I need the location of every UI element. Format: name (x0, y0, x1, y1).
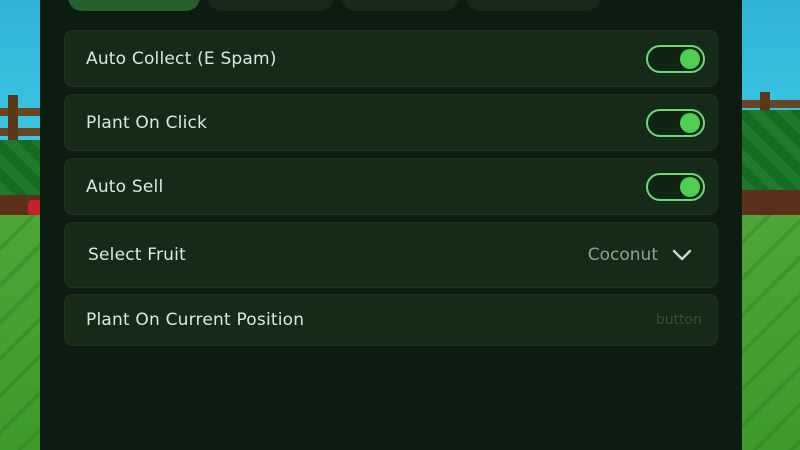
auto-sell-row: Auto Sell (64, 158, 718, 215)
farm-hub-panel: Auto Collect (E Spam) Plant On Click Aut… (40, 0, 742, 450)
auto-sell-label: Auto Sell (86, 176, 164, 197)
hedge (742, 110, 800, 190)
button-hint: button (655, 312, 702, 328)
toggle-knob (680, 48, 700, 69)
toggle-knob (680, 112, 700, 133)
toggle-knob (680, 176, 700, 197)
tab-3[interactable] (342, 0, 458, 11)
plant-on-click-label: Plant On Click (86, 112, 208, 133)
auto-collect-row: Auto Collect (E Spam) (64, 30, 718, 87)
auto-sell-toggle[interactable] (646, 172, 705, 201)
select-fruit-dropdown[interactable]: Select Fruit Coconut (64, 222, 718, 288)
plant-on-click-row: Plant On Click (64, 94, 718, 151)
select-fruit-label: Select Fruit (88, 245, 186, 265)
fence-post (8, 95, 18, 140)
tab-1[interactable] (68, 0, 200, 11)
chevron-down-icon[interactable] (672, 249, 692, 261)
fence-rail (0, 108, 45, 116)
tab-4[interactable] (466, 0, 600, 11)
hedge (0, 140, 45, 195)
tab-2[interactable] (208, 0, 334, 11)
plant-on-current-position-button[interactable]: Plant On Current Position button (64, 294, 718, 346)
fence-rail (742, 100, 800, 108)
auto-collect-label: Auto Collect (E Spam) (86, 48, 277, 69)
plant-on-click-toggle[interactable] (646, 108, 705, 137)
plant-on-current-position-label: Plant On Current Position (86, 310, 305, 330)
auto-collect-toggle[interactable] (646, 44, 705, 73)
fence-rail (0, 128, 45, 136)
select-fruit-value: Coconut (587, 245, 658, 265)
